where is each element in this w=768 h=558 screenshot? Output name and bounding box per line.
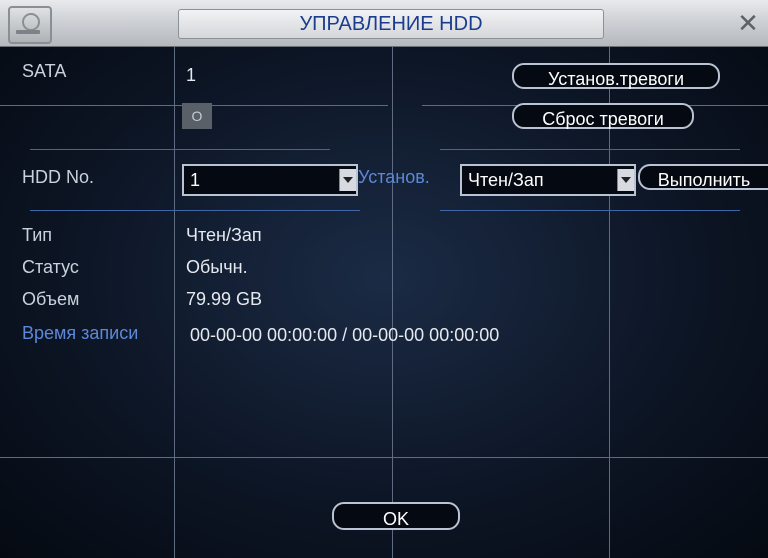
capacity-label: Объем [22, 289, 80, 309]
reset-alarm-button[interactable]: Сброс тревоги [512, 103, 694, 129]
divider [440, 210, 740, 211]
record-time-label: Время записи [22, 323, 139, 343]
title-bar: УПРАВЛЕНИЕ HDD ✕ [0, 0, 768, 47]
set-mode-label: Установ. [358, 167, 430, 187]
chevron-down-icon [617, 169, 634, 191]
close-icon[interactable]: ✕ [736, 10, 760, 36]
capacity-value: 79.99 GB [186, 289, 263, 309]
execute-button[interactable]: Выполнить [638, 164, 768, 190]
status-value: Обычн. [186, 257, 248, 277]
divider [30, 149, 330, 150]
sata-indicator[interactable]: O [182, 103, 212, 129]
grid-line [0, 457, 768, 458]
hdd-no-select[interactable]: 1 [182, 164, 358, 196]
ok-button[interactable]: OK [332, 502, 460, 530]
sata-label: SATA [22, 61, 67, 81]
hdd-no-label: HDD No. [22, 167, 95, 187]
mode-value: Чтен/Зап [468, 170, 544, 190]
chevron-down-icon [339, 169, 356, 191]
mode-select[interactable]: Чтен/Зап [460, 164, 636, 196]
divider [30, 210, 360, 211]
sata-value: 1 [186, 65, 197, 85]
type-value: Чтен/Зап [186, 225, 262, 245]
hdd-no-value: 1 [190, 170, 201, 190]
window-title: УПРАВЛЕНИЕ HDD [178, 9, 604, 39]
divider [440, 149, 740, 150]
grid-line [174, 47, 175, 558]
record-time-value: 00-00-00 00:00:00 / 00-00-00 00:00:00 [190, 325, 500, 345]
hdd-panel: SATA 1 O Установ.тревоги Сброс тревоги H… [0, 47, 768, 558]
type-label: Тип [22, 225, 53, 245]
set-alarm-button[interactable]: Установ.тревоги [512, 63, 720, 89]
hdd-icon [8, 6, 52, 44]
grid-line [392, 47, 393, 558]
status-label: Статус [22, 257, 79, 277]
